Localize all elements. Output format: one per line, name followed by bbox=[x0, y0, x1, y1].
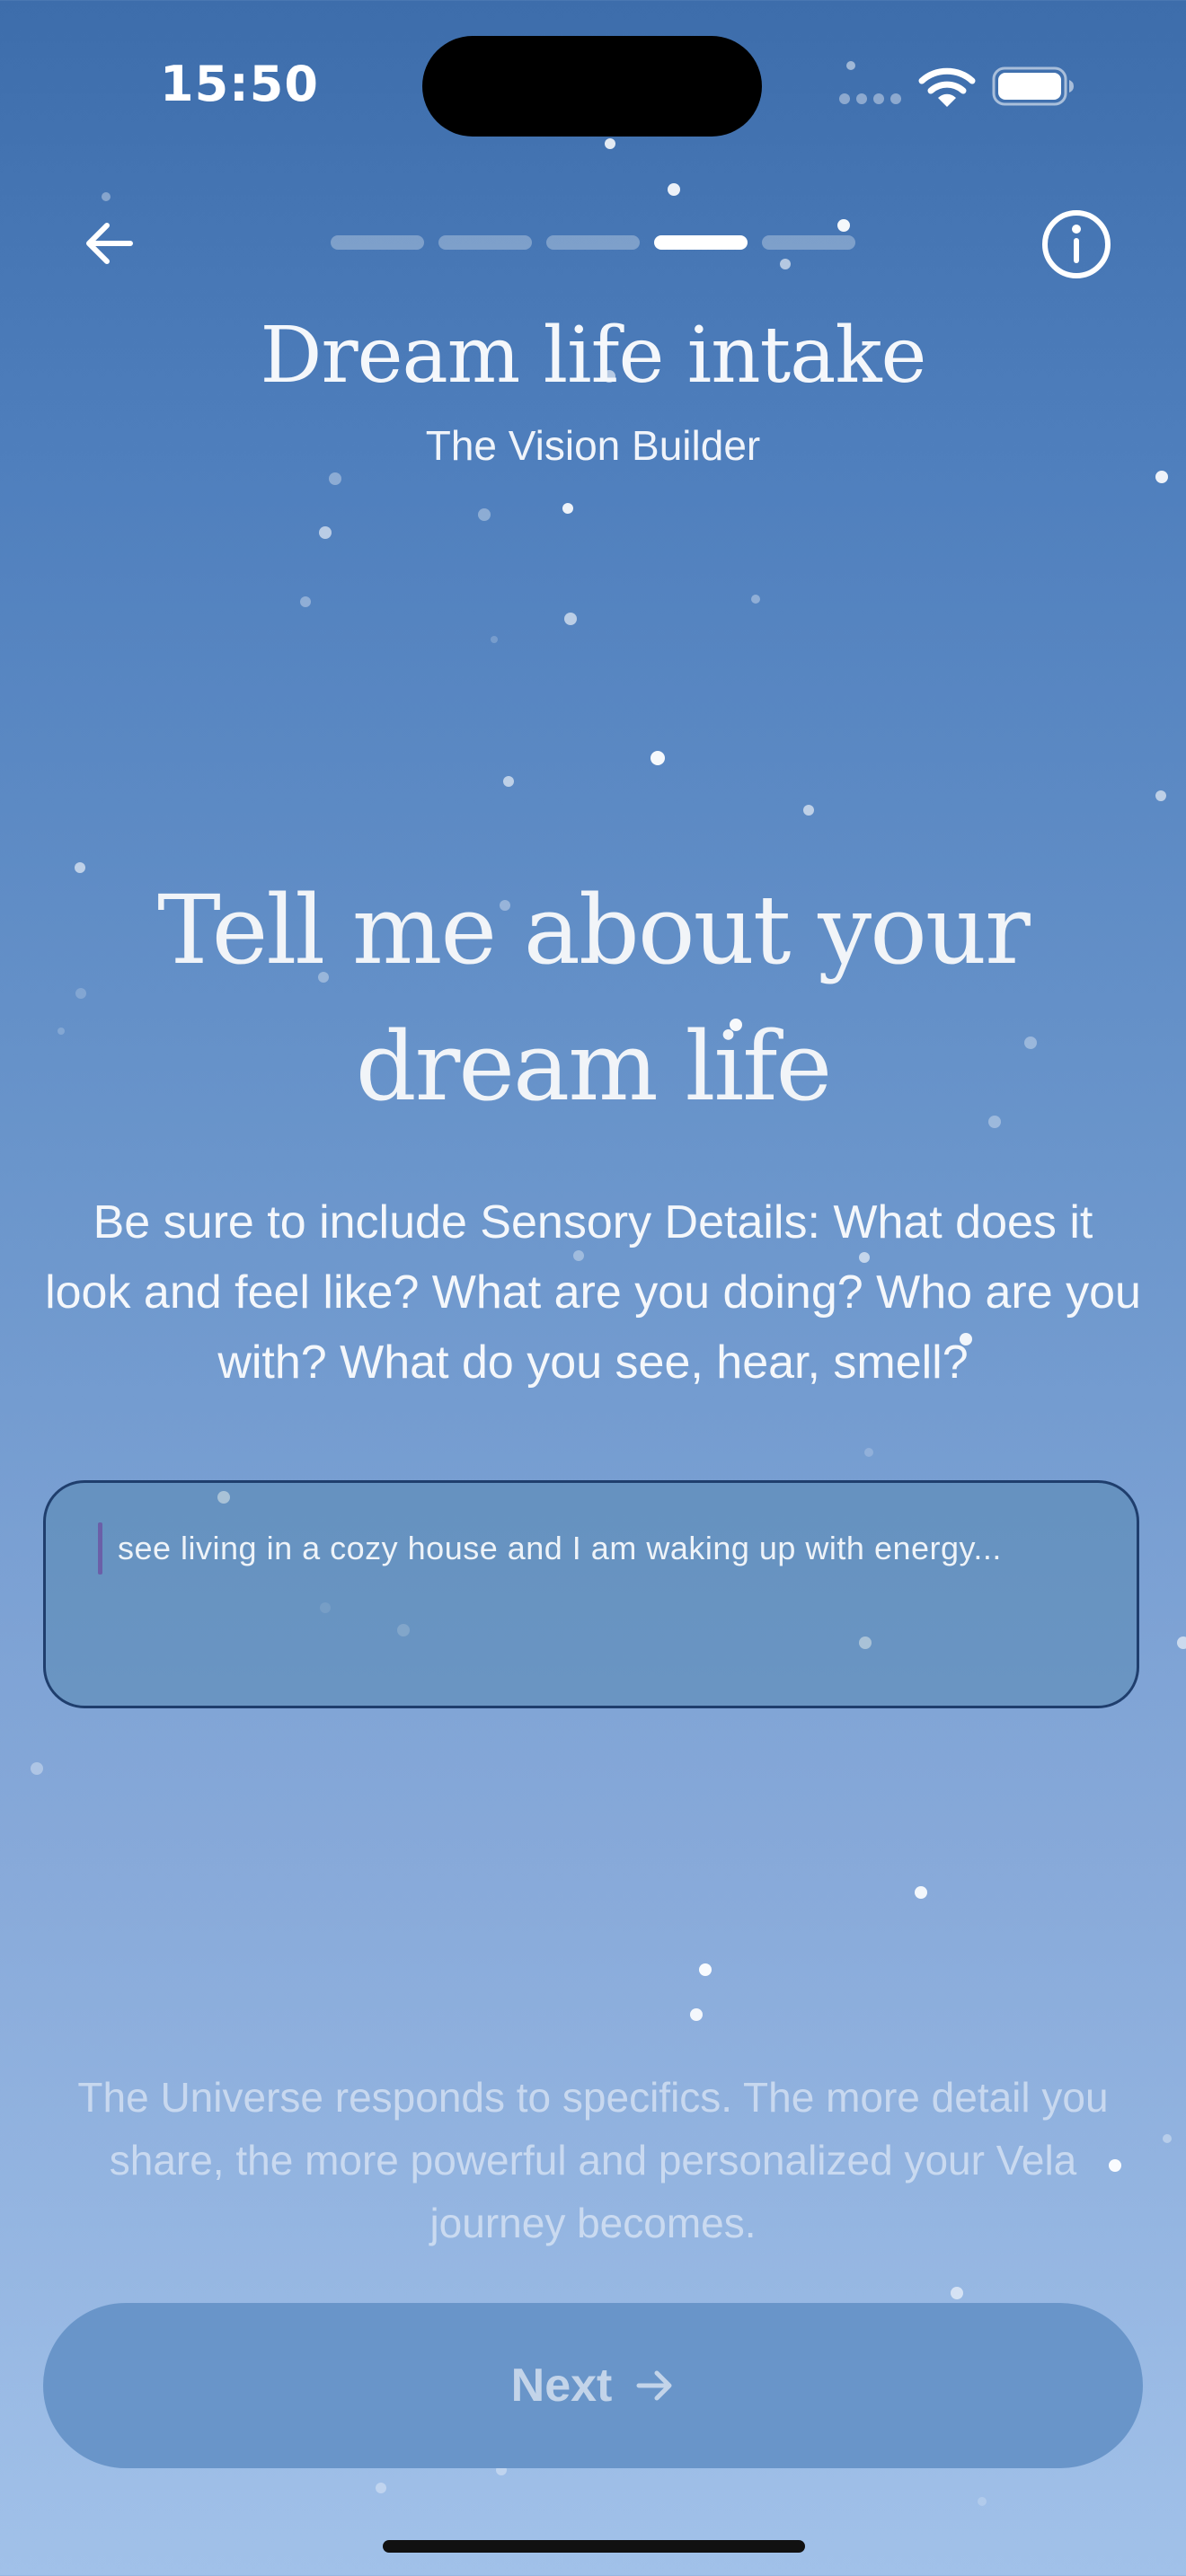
dream-life-input[interactable]: see living in a cozy house and I am waki… bbox=[43, 1480, 1139, 1708]
dream-life-input-value: see living in a cozy house and I am waki… bbox=[118, 1530, 1002, 1566]
dynamic-island bbox=[422, 36, 762, 137]
battery-icon bbox=[992, 66, 1074, 106]
page-subtitle: The Vision Builder bbox=[425, 422, 761, 469]
progress-step bbox=[762, 235, 855, 250]
question-heading: Tell me about your dream life bbox=[157, 875, 1031, 1122]
home-indicator[interactable] bbox=[383, 2540, 805, 2553]
next-button-label: Next bbox=[510, 2360, 613, 2412]
wifi-icon bbox=[918, 67, 976, 107]
info-button[interactable] bbox=[1040, 208, 1112, 280]
signal-icon bbox=[839, 93, 902, 104]
status-time: 15:50 bbox=[160, 56, 319, 112]
question-instructions: Be sure to include Sensory Details: What… bbox=[45, 1196, 1141, 1389]
arrow-right-icon bbox=[636, 2370, 672, 2401]
progress-step bbox=[546, 235, 640, 250]
text-caret bbox=[98, 1522, 102, 1575]
info-icon bbox=[1042, 210, 1111, 278]
progress-step bbox=[331, 235, 424, 250]
footnote-text: The Universe responds to specifics. The … bbox=[77, 2074, 1109, 2246]
progress-step-current bbox=[654, 235, 748, 250]
progress-indicator bbox=[331, 235, 855, 250]
arrow-left-icon bbox=[86, 223, 133, 264]
page-title: Dream life intake bbox=[260, 311, 927, 401]
back-button[interactable] bbox=[72, 207, 146, 280]
next-button[interactable]: Next bbox=[43, 2303, 1143, 2468]
progress-step bbox=[438, 235, 532, 250]
